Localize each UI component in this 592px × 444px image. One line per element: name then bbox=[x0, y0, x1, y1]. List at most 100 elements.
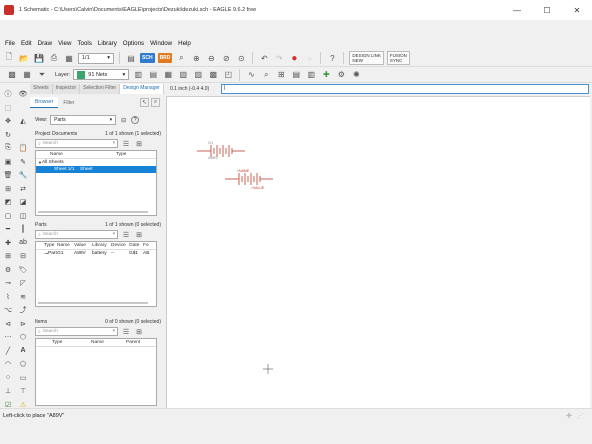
frame-icon[interactable]: ⊤ bbox=[17, 385, 29, 397]
tab-design-manager[interactable]: Design Manager bbox=[120, 84, 164, 94]
wire-bend-2-icon[interactable]: ▤ bbox=[147, 69, 159, 81]
grid-icon[interactable]: ▩ bbox=[6, 69, 18, 81]
horizontal-scrollbar[interactable] bbox=[38, 211, 148, 213]
column-type[interactable]: Type bbox=[36, 340, 83, 345]
list-options-icon[interactable]: ☰ bbox=[121, 139, 131, 148]
search-icon[interactable]: ⌕ bbox=[260, 69, 272, 81]
gear-icon[interactable]: ⚙ bbox=[335, 69, 347, 81]
column-device[interactable]: Device bbox=[111, 243, 129, 248]
cam-icon[interactable]: ▦ bbox=[63, 52, 75, 64]
paste-icon[interactable]: 📋 bbox=[17, 142, 29, 154]
circle-icon[interactable]: ○ bbox=[2, 372, 14, 384]
split-wire-icon[interactable]: ⌇ bbox=[2, 291, 14, 303]
smash-icon[interactable]: ⚙ bbox=[2, 264, 14, 276]
table-row[interactable]: ⊸ Part G1 A89V battery -- G$1 AB bbox=[36, 250, 156, 257]
library-icon[interactable]: ▤ bbox=[290, 69, 302, 81]
expand-icon[interactable]: ⊞ bbox=[134, 139, 144, 148]
schematic-canvas[interactable]: G1 A89V >NAME >VALUE bbox=[166, 96, 590, 408]
tree-row-all-sheets[interactable]: ▼ All Sheets bbox=[36, 159, 156, 166]
zoom-fit-icon[interactable]: ⌕ bbox=[175, 52, 187, 64]
list-options-icon[interactable]: ☰ bbox=[121, 230, 131, 239]
items-search-input[interactable]: ⌕ Search ▾ bbox=[35, 327, 118, 336]
new-file-icon[interactable]: 🗋 bbox=[3, 52, 15, 64]
line-icon[interactable]: ╱ bbox=[2, 345, 14, 357]
help-icon[interactable]: ? bbox=[131, 116, 140, 124]
zoom-icon[interactable]: ⌕ bbox=[151, 98, 160, 107]
rectangle-icon[interactable]: ▭ bbox=[17, 372, 29, 384]
list-options-icon[interactable]: ☰ bbox=[121, 327, 131, 336]
column-fo[interactable]: Fo bbox=[143, 243, 149, 248]
sheet-select[interactable]: 1/1 ▾ bbox=[78, 52, 114, 64]
pentagon-icon[interactable]: ⬠ bbox=[17, 358, 29, 370]
menu-window[interactable]: Window bbox=[147, 40, 175, 47]
undo-icon[interactable]: ↶ bbox=[258, 52, 270, 64]
value-icon[interactable]: ⊞ bbox=[2, 250, 14, 262]
horizontal-scrollbar[interactable] bbox=[38, 302, 148, 304]
go-icon[interactable]: ○ bbox=[303, 52, 315, 64]
eye-icon[interactable]: 👁 bbox=[17, 88, 29, 100]
battery-symbol-g1[interactable] bbox=[197, 145, 245, 157]
signal-icon[interactable]: ⋯ bbox=[2, 331, 14, 343]
erc-icon[interactable]: ⊸ bbox=[2, 277, 14, 289]
column-gate[interactable]: Gate bbox=[129, 243, 143, 248]
bus-icon[interactable]: ┃ bbox=[17, 223, 29, 235]
column-name[interactable]: Name bbox=[83, 340, 126, 345]
menu-options[interactable]: Options bbox=[120, 40, 147, 47]
menu-tools[interactable]: Tools bbox=[74, 40, 94, 47]
stop-icon[interactable]: ✚ bbox=[566, 412, 572, 420]
battery-symbol-ghost[interactable] bbox=[225, 173, 273, 185]
column-type[interactable]: Type bbox=[76, 152, 126, 157]
junction-icon[interactable]: ✚ bbox=[2, 237, 14, 249]
board-badge[interactable]: BRD bbox=[157, 53, 173, 63]
wire-bend-3-icon[interactable]: ▦ bbox=[162, 69, 174, 81]
wire-bend-1-icon[interactable]: ▥ bbox=[132, 69, 144, 81]
layer-settings-icon[interactable]: ▦ bbox=[21, 69, 33, 81]
add-icon[interactable]: ⊞ bbox=[2, 183, 14, 195]
wire-bend-4-icon[interactable]: ▧ bbox=[177, 69, 189, 81]
label-icon[interactable]: ab bbox=[17, 237, 29, 249]
zoom-redraw-icon[interactable]: ⊙ bbox=[235, 52, 247, 64]
subtab-browser[interactable]: Browser bbox=[30, 97, 59, 108]
via-icon[interactable]: ⊳ bbox=[17, 318, 29, 330]
fusion-sync-button[interactable]: FUSION SYNC bbox=[386, 51, 410, 65]
column-name[interactable]: Name bbox=[36, 152, 76, 157]
settings-icon[interactable]: ✺ bbox=[350, 69, 362, 81]
schematic-badge[interactable]: SCH bbox=[140, 53, 155, 63]
ripup-icon[interactable]: ⊲ bbox=[2, 318, 14, 330]
delete-icon[interactable]: 🗑 bbox=[2, 169, 14, 181]
info-icon[interactable]: ⓘ bbox=[2, 88, 14, 100]
subtab-filter[interactable]: Filter bbox=[58, 98, 79, 108]
menu-file[interactable]: File bbox=[2, 40, 18, 47]
tab-sheets[interactable]: Sheets bbox=[30, 84, 53, 94]
route-icon[interactable]: ⤴ bbox=[17, 304, 29, 316]
print-icon[interactable]: ⎙ bbox=[48, 52, 60, 64]
wire-bend-6-icon[interactable]: ▩ bbox=[207, 69, 219, 81]
column-library[interactable]: Library bbox=[92, 243, 111, 248]
zoom-out-icon[interactable]: ⊖ bbox=[205, 52, 217, 64]
layer-select[interactable]: 91 Nets ▾ bbox=[73, 69, 130, 80]
design-link-button[interactable]: DESIGN LINK NEW bbox=[349, 51, 384, 65]
open-folder-icon[interactable]: 📂 bbox=[18, 52, 30, 64]
move-icon[interactable]: ✥ bbox=[2, 115, 14, 127]
expand-icon[interactable]: ⊞ bbox=[134, 230, 144, 239]
minimize-button[interactable]: — bbox=[502, 0, 532, 20]
miter-icon[interactable]: ◸ bbox=[17, 277, 29, 289]
resize-grip-icon[interactable]: ⋰ bbox=[577, 412, 584, 420]
command-line-input[interactable]: | bbox=[221, 84, 589, 94]
column-type[interactable]: Type bbox=[36, 243, 57, 248]
maximize-button[interactable]: ☐ bbox=[532, 0, 562, 20]
project-documents-search-input[interactable]: ⌕ Search ▾ bbox=[35, 139, 118, 148]
pointer-icon[interactable]: ↖ bbox=[140, 98, 149, 107]
net-icon[interactable]: ━ bbox=[2, 223, 14, 235]
split-icon[interactable]: ◫ bbox=[17, 210, 29, 222]
zoom-select-icon[interactable]: ⊘ bbox=[220, 52, 232, 64]
wire-bend-7-icon[interactable]: ◰ bbox=[222, 69, 234, 81]
select-icon[interactable]: ⬚ bbox=[2, 102, 14, 114]
menu-view[interactable]: View bbox=[55, 40, 74, 47]
menu-help[interactable]: Help bbox=[175, 40, 194, 47]
hole-icon[interactable]: ⊥ bbox=[2, 385, 14, 397]
arc-icon[interactable]: ◠ bbox=[2, 358, 14, 370]
help-icon[interactable]: ? bbox=[326, 52, 338, 64]
wave-icon[interactable]: ∿ bbox=[245, 69, 257, 81]
add-part-icon[interactable]: ⊞ bbox=[275, 69, 287, 81]
